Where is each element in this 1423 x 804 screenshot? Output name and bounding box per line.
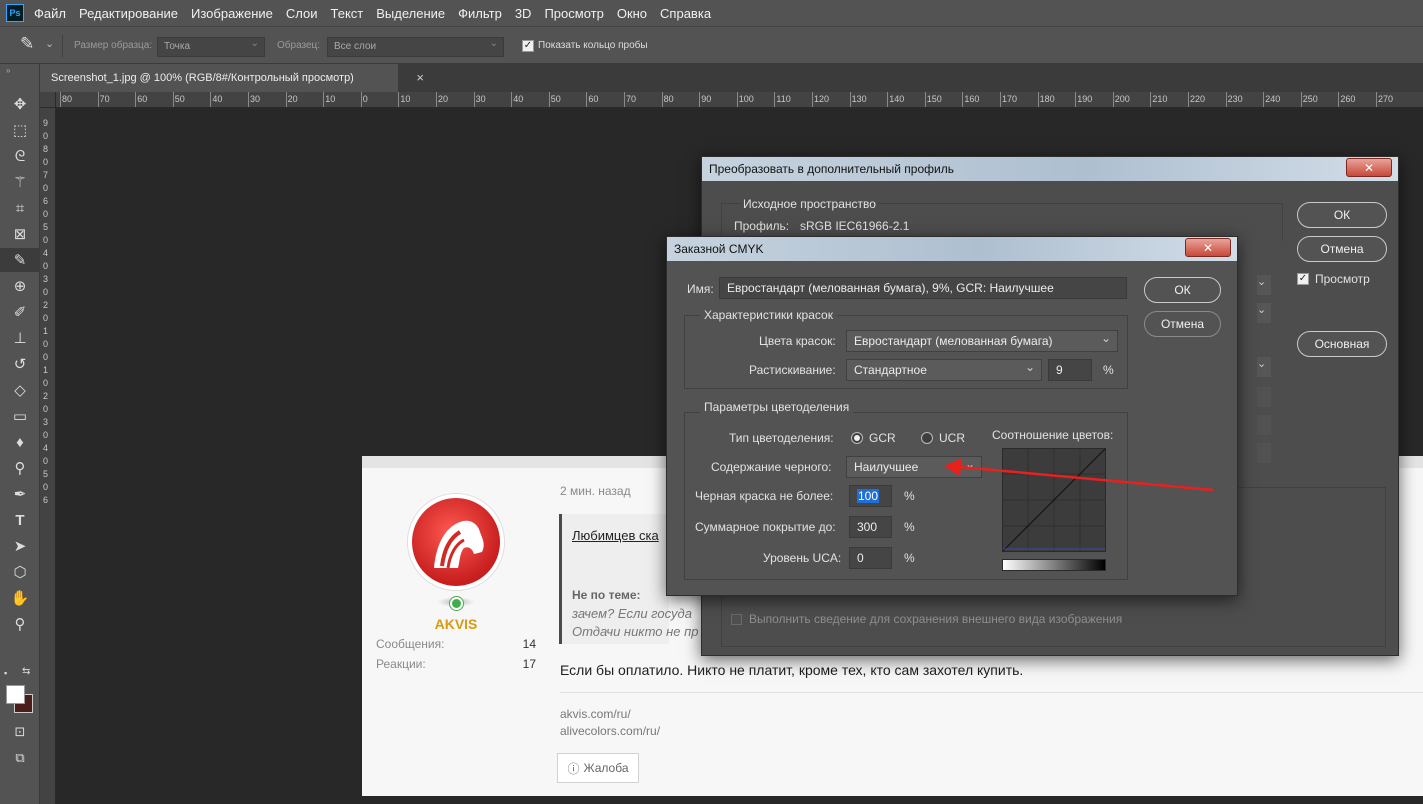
arrow-shaft: [959, 465, 1214, 492]
arrow-head: [944, 458, 962, 476]
annotation-arrow: [944, 458, 1214, 492]
